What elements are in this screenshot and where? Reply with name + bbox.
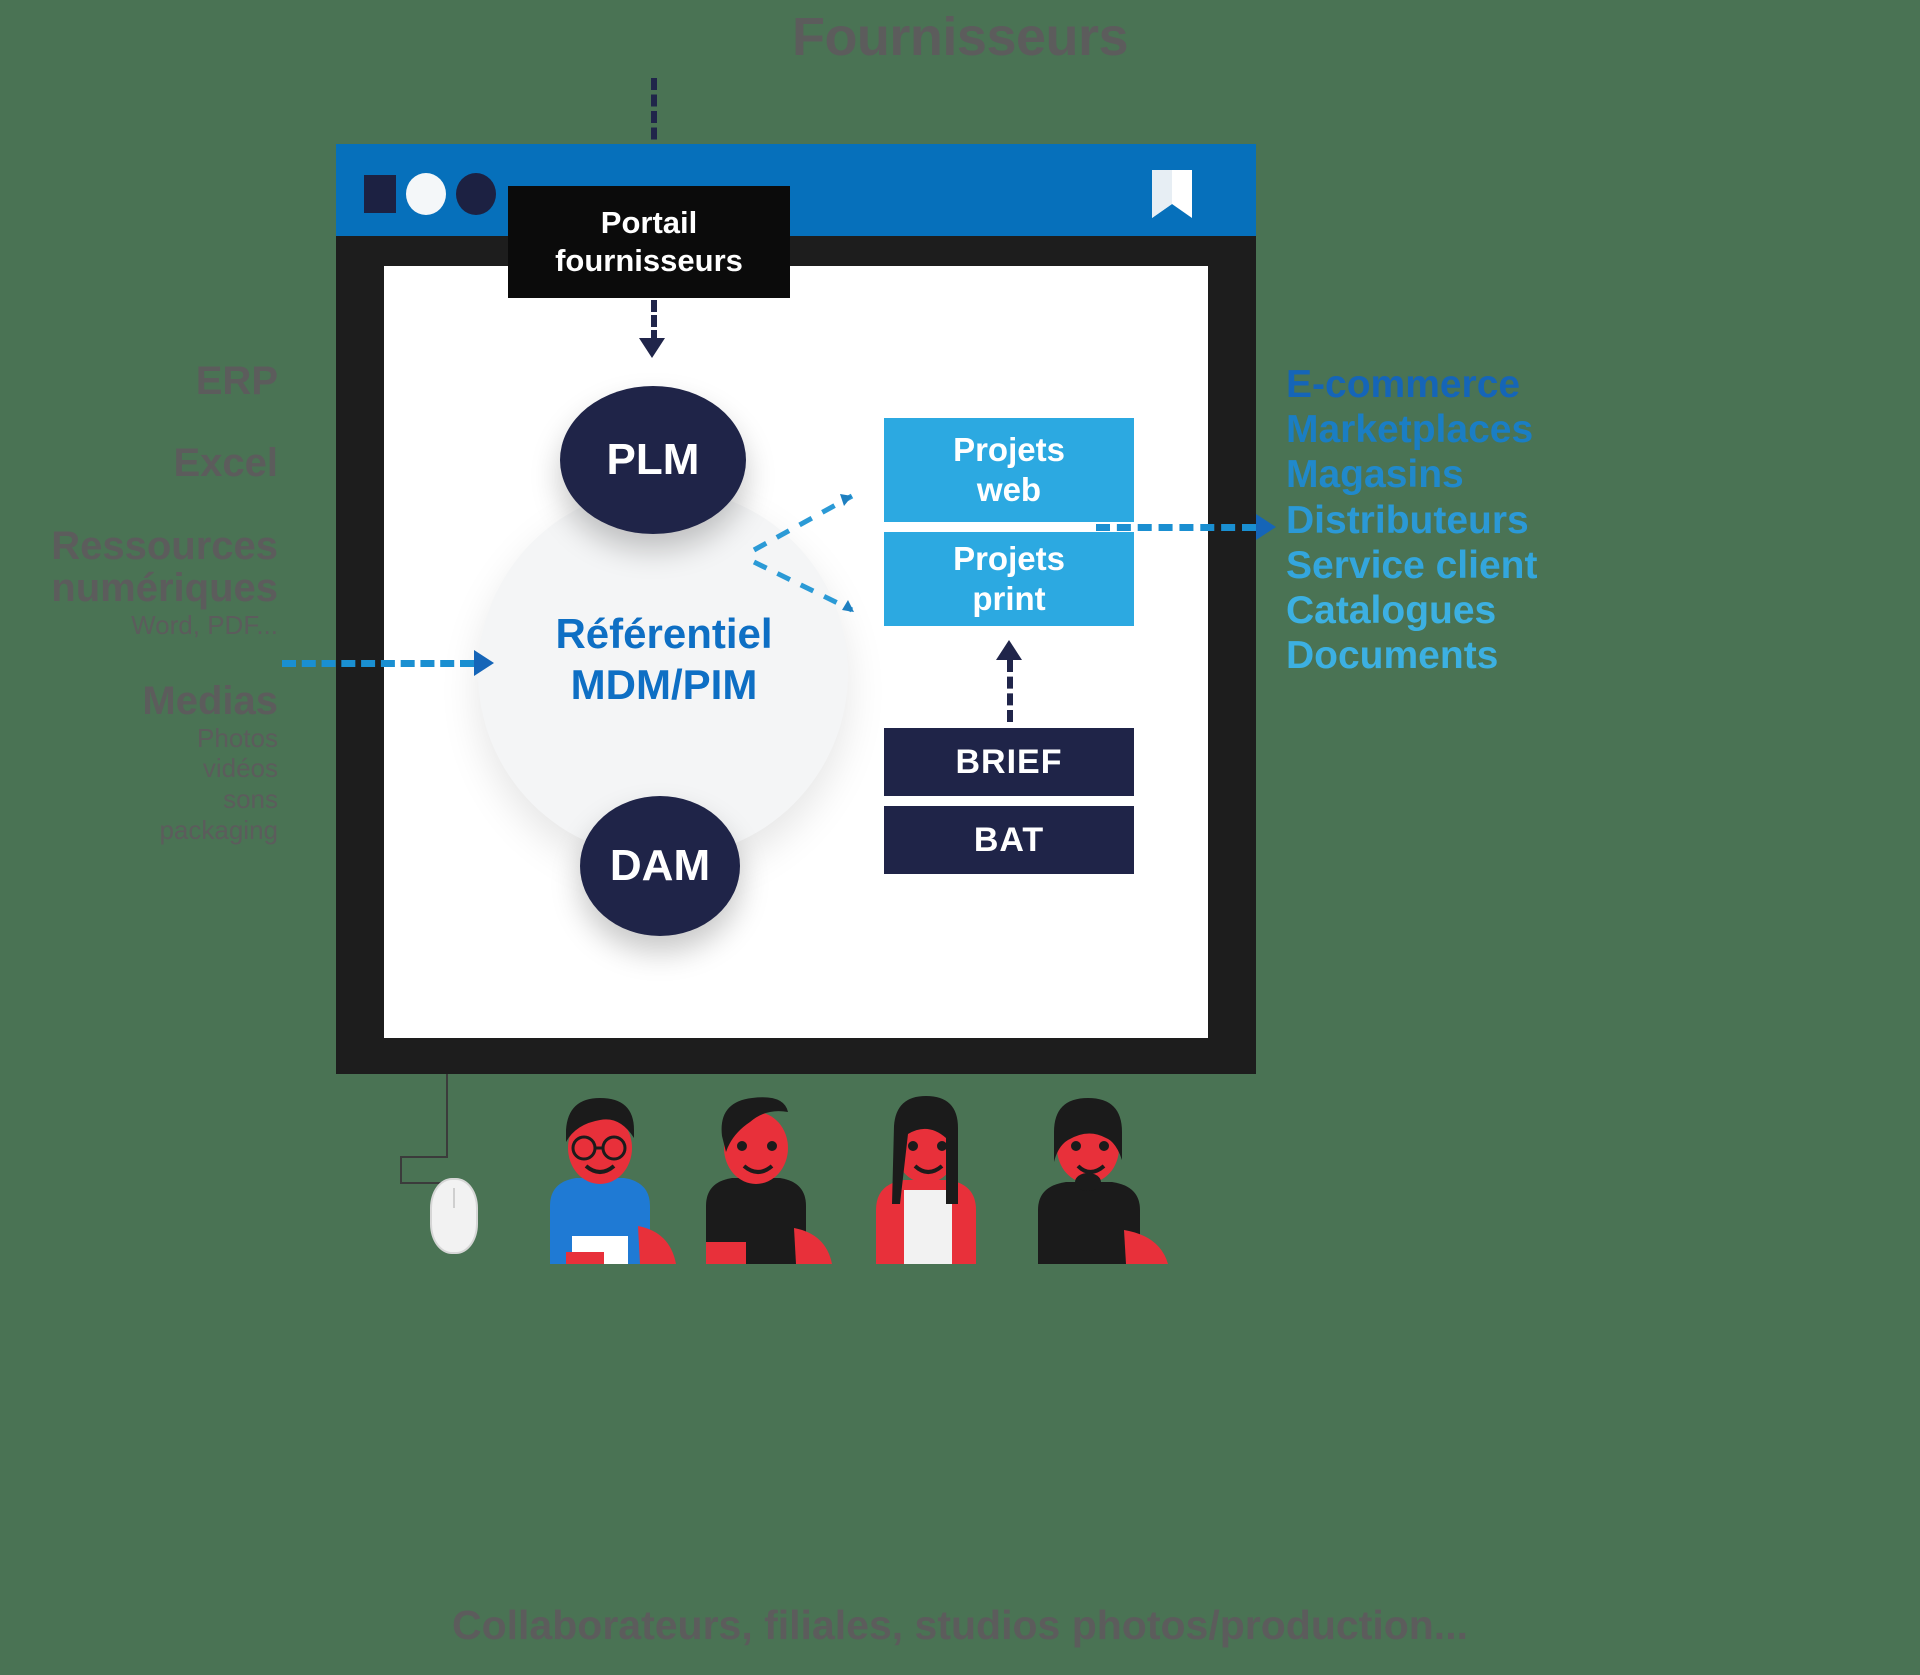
window-square-icon [364,175,396,213]
input-medias-sub: Photos vidéos sons packaging [159,722,278,845]
window-circle-light-icon [406,173,446,215]
person-2 [706,1097,832,1264]
portail-fournisseurs-box: Portail fournisseurs [508,186,790,298]
brief-box: BRIEF [884,728,1134,796]
input-excel-label: Excel [173,441,278,486]
bat-label: BAT [973,820,1045,859]
projets-print-line2: print [972,580,1046,617]
projets-web-line1: Projets [953,431,1065,469]
brief-label: BRIEF [955,742,1063,781]
arrow-portail-head [639,338,665,358]
portail-line2: fournisseurs [555,243,743,278]
arrow-portail-shaft [651,300,657,342]
projets-web-box: Projets web [884,418,1134,522]
input-erp-label: ERP [195,359,278,403]
bat-box: BAT [884,806,1134,874]
dam-label: DAM [609,841,711,890]
arrow-brief-head [996,640,1022,660]
output-distributeurs: Distributeurs [1286,498,1529,542]
output-magasins: Magasins [1286,453,1464,497]
mouse-cable-segment-3 [400,1156,402,1184]
mouse-icon [430,1178,478,1254]
browser-titlebar [336,144,1256,236]
input-ressources-label: Ressources numériques [51,523,278,611]
viewport-corner-block [400,958,504,1038]
page-title: Fournisseurs [791,7,1129,67]
projets-print-box: Projets print [884,532,1134,626]
repository-label: Référentiel MDM/PIM [470,608,858,710]
output-catalogues: Catalogues [1286,589,1497,633]
repository-line2: MDM/PIM [570,661,758,709]
output-ecommerce: E-commerce [1286,363,1521,406]
arrow-outputs-head [1256,514,1276,540]
window-circle-dark-icon [456,173,496,215]
person-3 [876,1096,976,1264]
person-1 [550,1098,676,1264]
arrow-outputs-shaft [1096,524,1256,531]
arrow-inputs-head [474,650,494,676]
output-service-client: Service client [1286,543,1538,587]
diagram-canvas: Fournisseurs Portail fournisseurs Référe… [0,0,1920,1675]
portail-line1: Portail [600,205,698,241]
input-medias-label: Medias [142,679,278,724]
arrow-brief-shaft [1007,660,1013,722]
repository-line1: Référentiel [555,610,773,657]
input-ressources-sub: Word, PDF... [131,609,278,640]
bookmark-icon[interactable] [1148,168,1196,220]
outputs-column: E-commerce Marketplaces Magasins Distrib… [1286,362,1906,679]
bottom-caption: Collaborateurs, filiales, studios photos… [452,1602,1468,1648]
projets-web-line2: web [976,471,1042,508]
person-4 [1038,1098,1168,1264]
people-illustration [550,1096,1168,1264]
mouse-cable-segment-2 [400,1156,448,1158]
mouse-cable-segment-1 [446,1074,448,1158]
plm-label: PLM [606,435,700,484]
arrow-inputs-shaft [282,660,474,667]
output-marketplaces: Marketplaces [1286,408,1534,452]
output-documents: Documents [1286,634,1499,678]
dam-bubble: DAM [580,796,740,936]
inputs-column: ERP Excel Ressources numériques Word, PD… [0,360,278,845]
projets-print-line1: Projets [953,540,1065,578]
plm-bubble: PLM [560,386,746,534]
